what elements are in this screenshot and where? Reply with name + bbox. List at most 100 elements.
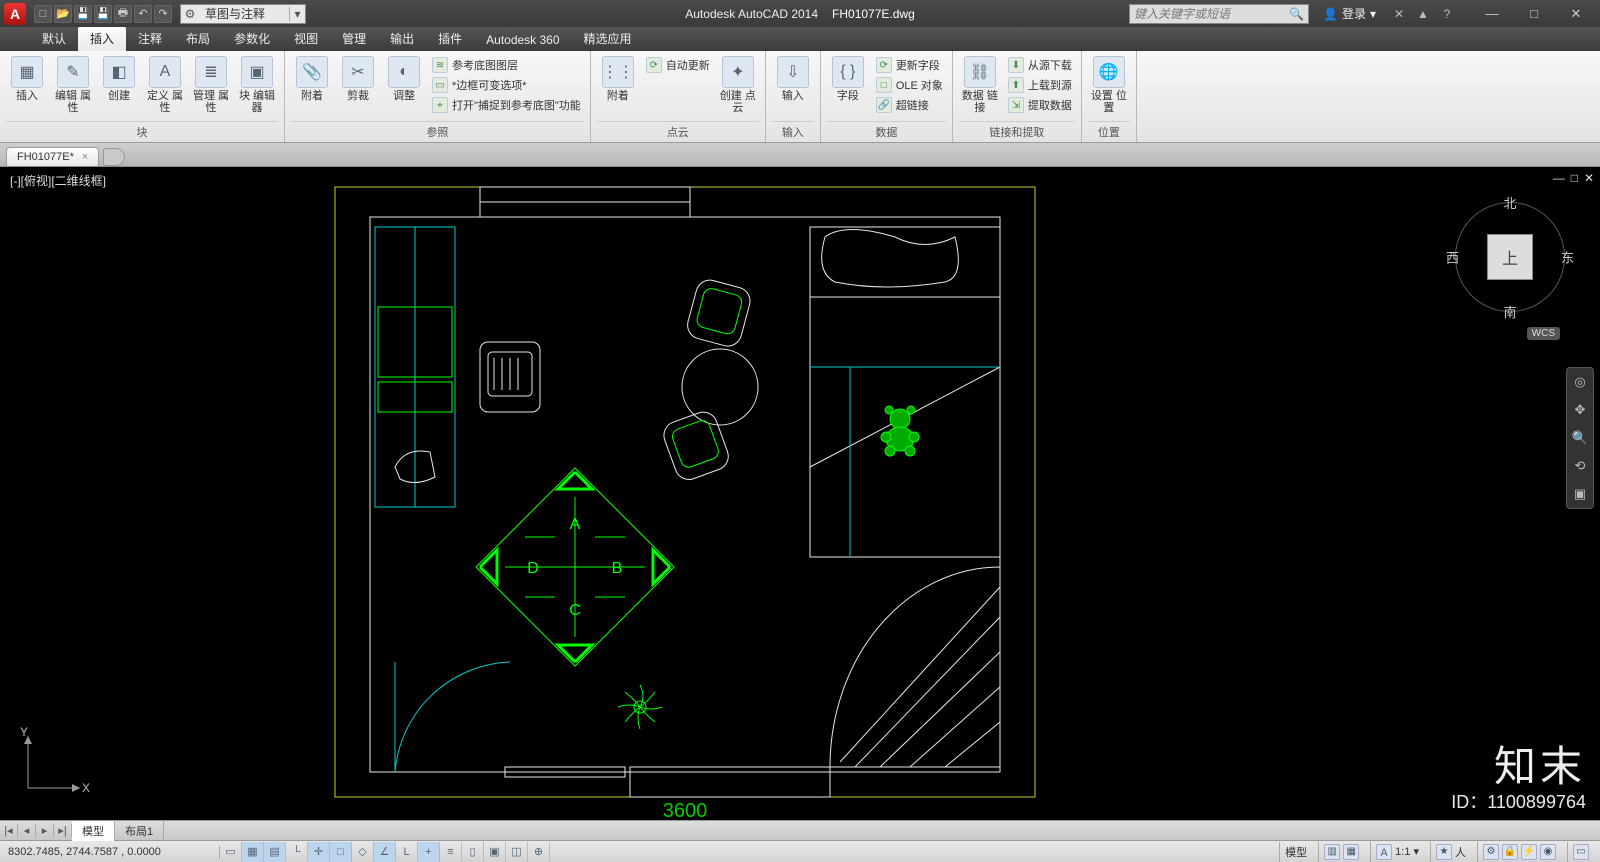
wcs-badge[interactable]: WCS — [1527, 327, 1560, 340]
tab-plugins[interactable]: 插件 — [426, 26, 474, 51]
close-button[interactable]: ✕ — [1556, 4, 1596, 24]
ref-layers-button[interactable]: ≋参考底图图层 — [429, 56, 584, 74]
toggle-ducs[interactable]: L — [396, 842, 418, 862]
field-button[interactable]: { }字段 — [827, 54, 869, 102]
minimize-button[interactable]: — — [1472, 4, 1512, 24]
signin-button[interactable]: 👤 登录 ▾ — [1315, 5, 1384, 22]
toggle-grid[interactable]: ▤ — [264, 842, 286, 862]
ref-snap-button[interactable]: ⌖打开"捕捉到参考底图"功能 — [429, 96, 584, 114]
ucs-icon[interactable]: X Y — [20, 726, 90, 796]
create-pc-button[interactable]: ✦创建 点云 — [717, 54, 759, 114]
layout-tab-1[interactable]: 布局1 — [115, 821, 164, 841]
adjust-ref-button[interactable]: ◐调整 — [383, 54, 425, 102]
define-attr-button[interactable]: A定义 属性 — [144, 54, 186, 114]
nav-zoom-icon[interactable]: 🔍 — [1570, 428, 1590, 448]
toggle-otrack[interactable]: ∠ — [374, 842, 396, 862]
lock-ui-icon[interactable]: 🔒 — [1502, 844, 1518, 860]
qat-print-icon[interactable]: 🖶 — [114, 5, 132, 23]
layout-nav-prev[interactable]: ◂ — [18, 824, 36, 837]
toggle-polar[interactable]: ✛ — [308, 842, 330, 862]
document-tab[interactable]: FH01077E* × — [6, 147, 99, 166]
import-button[interactable]: ⇩输入 — [772, 54, 814, 102]
toggle-qp[interactable]: ▣ — [484, 842, 506, 862]
hardware-accel-icon[interactable]: ⚡ — [1521, 844, 1537, 860]
help-icon[interactable]: ? — [1438, 5, 1456, 23]
viewcube[interactable]: 北 南 西 东 上 — [1450, 197, 1570, 317]
attach-pc-button[interactable]: ⋮⋮附着 — [597, 54, 639, 102]
download-source-button[interactable]: ⬇从源下载 — [1005, 56, 1075, 74]
nav-orbit-icon[interactable]: ⟲ — [1570, 456, 1590, 476]
quickview-layouts-icon[interactable]: ▥ — [1324, 844, 1340, 860]
isolate-icon[interactable]: ◉ — [1540, 844, 1556, 860]
clip-ref-button[interactable]: ✂剪裁 — [337, 54, 379, 102]
tab-featured[interactable]: 精选应用 — [572, 26, 644, 51]
attach-ref-button[interactable]: 📎附着 — [291, 54, 333, 102]
new-tab-button[interactable] — [103, 148, 125, 166]
toggle-lwt[interactable]: ≡ — [440, 842, 462, 862]
qat-undo-icon[interactable]: ↶ — [134, 5, 152, 23]
qat-save-icon[interactable]: 💾 — [74, 5, 92, 23]
viewcube-west[interactable]: 西 — [1446, 248, 1459, 267]
set-location-button[interactable]: 🌐设置 位置 — [1088, 54, 1130, 114]
qat-saveas-icon[interactable]: 💾 — [94, 5, 112, 23]
tab-parametric[interactable]: 参数化 — [222, 26, 282, 51]
toggle-snap[interactable]: ▦ — [242, 842, 264, 862]
maximize-button[interactable]: □ — [1514, 4, 1554, 24]
a360-icon[interactable]: ▲ — [1414, 5, 1432, 23]
edit-attr-button[interactable]: ✎编辑 属性 — [52, 54, 94, 114]
extract-data-button[interactable]: ⇲提取数据 — [1005, 96, 1075, 114]
tab-default[interactable]: 默认 — [30, 26, 78, 51]
insert-block-button[interactable]: ▦插入 — [6, 54, 48, 102]
upload-source-button[interactable]: ⬆上载到源 — [1005, 76, 1075, 94]
toggle-dyn[interactable]: + — [418, 842, 440, 862]
update-fields-button[interactable]: ⟳更新字段 — [873, 56, 946, 74]
tab-insert[interactable]: 插入 — [78, 26, 126, 51]
layout-nav-last[interactable]: ▸| — [54, 824, 72, 837]
toggle-ortho[interactable]: └ — [286, 842, 308, 862]
quickview-drawings-icon[interactable]: ▦ — [1343, 844, 1359, 860]
tab-layout[interactable]: 布局 — [174, 26, 222, 51]
app-logo-icon[interactable]: A — [4, 3, 26, 25]
layout-nav-first[interactable]: |◂ — [0, 824, 18, 837]
tab-manage[interactable]: 管理 — [330, 26, 378, 51]
coordinate-readout[interactable]: 8302.7485, 2744.7587 , 0.0000 — [0, 846, 220, 858]
qat-open-icon[interactable]: 📂 — [54, 5, 72, 23]
toggle-sc[interactable]: ◫ — [506, 842, 528, 862]
clean-screen-button[interactable]: ▭ — [1567, 842, 1594, 862]
nav-wheel-icon[interactable]: ◎ — [1570, 372, 1590, 392]
block-editor-button[interactable]: ▣块 编辑器 — [236, 54, 278, 114]
model-space-button[interactable]: 模型 — [1279, 842, 1312, 862]
viewcube-south[interactable]: 南 — [1503, 302, 1516, 321]
qat-redo-icon[interactable]: ↷ — [154, 5, 172, 23]
toggle-tpy[interactable]: ▯ — [462, 842, 484, 862]
toggle-infer[interactable]: ▭ — [220, 842, 242, 862]
qat-new-icon[interactable]: □ — [34, 5, 52, 23]
create-block-button[interactable]: ◧创建 — [98, 54, 140, 102]
viewcube-east[interactable]: 东 — [1561, 248, 1574, 267]
help-search-input[interactable]: 键入关键字或短语 🔍 — [1129, 4, 1309, 24]
nav-showmotion-icon[interactable]: ▣ — [1570, 484, 1590, 504]
ref-frame-button[interactable]: ▭*边框可变选项* — [429, 76, 584, 94]
nav-pan-icon[interactable]: ✥ — [1570, 400, 1590, 420]
manage-attr-button[interactable]: ≣管理 属性 — [190, 54, 232, 114]
datalink-button[interactable]: ⛓数据 链接 — [959, 54, 1001, 114]
hyperlink-button[interactable]: 🔗超链接 — [873, 96, 946, 114]
toggle-osnap[interactable]: □ — [330, 842, 352, 862]
autoupdate-button[interactable]: ⟳自动更新 — [643, 56, 713, 74]
tab-a360[interactable]: Autodesk 360 — [474, 29, 571, 51]
workspace-selector[interactable]: ⚙ 草图与注释 ▾ — [180, 4, 306, 24]
tab-view[interactable]: 视图 — [282, 26, 330, 51]
layout-tab-model[interactable]: 模型 — [72, 821, 115, 841]
annotation-visibility[interactable]: ★ 人 — [1430, 842, 1471, 862]
ole-object-button[interactable]: □OLE 对象 — [873, 76, 946, 94]
viewcube-north[interactable]: 北 — [1503, 193, 1516, 212]
toggle-am[interactable]: ⊕ — [528, 842, 550, 862]
layout-nav-next[interactable]: ▸ — [36, 824, 54, 837]
annotation-scale[interactable]: Ａ 1:1 ▾ — [1370, 842, 1424, 862]
tab-output[interactable]: 输出 — [378, 26, 426, 51]
drawing-viewport[interactable]: [-][俯视][二维线框] — □ ✕ — [0, 167, 1600, 820]
tab-close-icon[interactable]: × — [82, 151, 88, 163]
tab-annotate[interactable]: 注释 — [126, 26, 174, 51]
exchange-icon[interactable]: ✕ — [1390, 5, 1408, 23]
workspace-switch-icon[interactable]: ⚙ — [1483, 844, 1499, 860]
